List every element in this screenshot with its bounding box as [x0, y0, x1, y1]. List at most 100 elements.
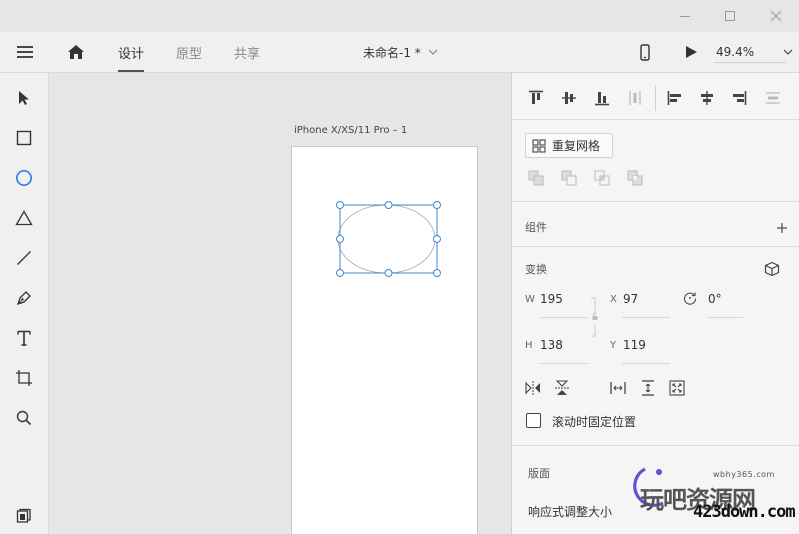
- watermark-url-small: wbhy365.com: [713, 470, 775, 479]
- text-icon: [17, 330, 31, 346]
- section-divider: [512, 246, 799, 247]
- space-horizontal-button[interactable]: [609, 379, 627, 397]
- resize-handle-n[interactable]: [384, 201, 393, 209]
- select-tool[interactable]: [0, 80, 48, 116]
- y-value[interactable]: 119: [623, 338, 646, 352]
- text-tool[interactable]: [0, 320, 48, 356]
- align-middle-button[interactable]: [559, 88, 579, 108]
- zoom-underline: [714, 62, 786, 63]
- align-bottom-button[interactable]: [592, 88, 612, 108]
- boolean-exclude-button[interactable]: [626, 169, 644, 187]
- mobile-device-icon: [640, 43, 650, 61]
- maximize-icon: [725, 11, 735, 21]
- hamburger-menu-icon: [17, 46, 33, 58]
- artboard-tool[interactable]: [0, 360, 48, 396]
- fixed-position-checkbox[interactable]: [526, 413, 541, 428]
- plus-icon: [777, 223, 787, 233]
- resize-handle-ne[interactable]: [433, 201, 441, 209]
- rectangle-tool[interactable]: [0, 120, 48, 156]
- align-top-button[interactable]: [526, 88, 546, 108]
- selection-bounds: [339, 204, 438, 274]
- boolean-add-button[interactable]: [527, 169, 545, 187]
- device-preview-button[interactable]: [636, 41, 654, 63]
- section-divider: [512, 445, 799, 446]
- tab-share-label: 共享: [234, 46, 261, 62]
- zoom-select[interactable]: 49.4%: [716, 32, 793, 72]
- line-tool[interactable]: [0, 240, 48, 276]
- triangle-icon: [15, 210, 33, 226]
- ellipse-tool[interactable]: [0, 160, 48, 196]
- add-component-button[interactable]: [773, 219, 791, 237]
- y-label: Y: [610, 340, 617, 351]
- space-vertical-button[interactable]: [639, 379, 657, 397]
- zoom-tool[interactable]: [0, 400, 48, 436]
- tab-prototype[interactable]: 原型: [176, 32, 202, 72]
- left-toolbar: [0, 73, 49, 534]
- pen-tool[interactable]: [0, 280, 48, 316]
- rotation-value[interactable]: 0°: [708, 292, 722, 306]
- resize-handle-nw[interactable]: [336, 201, 344, 209]
- ellipse-shape[interactable]: [337, 204, 436, 274]
- line-icon: [17, 251, 31, 265]
- align-left-button[interactable]: [665, 88, 685, 108]
- tab-prototype-label: 原型: [176, 46, 203, 62]
- lock-icon: [592, 312, 598, 320]
- space-horizontal-icon: [610, 382, 626, 394]
- artboard-name[interactable]: iPhone X/XS/11 Pro – 1: [294, 125, 407, 136]
- artboard-icon: [16, 370, 32, 386]
- height-label: H: [525, 340, 533, 351]
- flip-vertical-button[interactable]: [553, 379, 571, 397]
- play-preview-button[interactable]: [681, 41, 701, 63]
- libraries-icon: [16, 508, 31, 523]
- lock-aspect-button[interactable]: [590, 297, 600, 337]
- align-right-button[interactable]: [729, 88, 749, 108]
- resize-handle-w[interactable]: [336, 235, 344, 243]
- boolean-intersect-button[interactable]: [593, 169, 611, 187]
- close-icon: [770, 10, 782, 22]
- height-value[interactable]: 138: [540, 338, 563, 352]
- toolbar-divider: [655, 85, 656, 111]
- home-button[interactable]: [64, 41, 88, 63]
- layout-label: 版面: [528, 467, 550, 480]
- width-value[interactable]: 195: [540, 292, 563, 306]
- rotate-icon: [683, 292, 697, 305]
- fit-content-button[interactable]: [668, 379, 686, 397]
- tab-design[interactable]: 设计: [118, 32, 145, 72]
- x-value[interactable]: 97: [623, 292, 638, 306]
- document-title-menu[interactable]: 未命名-1 *: [363, 32, 438, 72]
- flip-horizontal-button[interactable]: [524, 379, 542, 397]
- polygon-tool[interactable]: [0, 200, 48, 236]
- boolean-subtract-button[interactable]: [560, 169, 578, 187]
- design-canvas[interactable]: iPhone X/XS/11 Pro – 1: [49, 73, 511, 534]
- distribute-horizontal-button[interactable]: [625, 88, 645, 108]
- minimize-button[interactable]: [662, 0, 708, 32]
- resize-handle-s[interactable]: [384, 269, 393, 277]
- boolean-subtract-icon: [561, 170, 577, 186]
- resize-handle-e[interactable]: [433, 235, 441, 243]
- maximize-button[interactable]: [707, 0, 753, 32]
- minimize-icon: [680, 16, 690, 17]
- rotation-control[interactable]: [682, 290, 698, 306]
- resize-handle-se[interactable]: [433, 269, 441, 277]
- align-center-button[interactable]: [697, 88, 717, 108]
- align-bottom-icon: [595, 92, 609, 106]
- width-label: W: [525, 294, 535, 305]
- flip-vertical-icon: [555, 380, 569, 395]
- align-center-icon: [701, 91, 713, 105]
- y-underline: [622, 363, 670, 364]
- 3d-transform-button[interactable]: [762, 259, 782, 279]
- menu-button[interactable]: [12, 42, 38, 62]
- space-vertical-icon: [642, 380, 654, 396]
- close-button[interactable]: [753, 0, 799, 32]
- boolean-add-icon: [528, 170, 544, 186]
- distribute-vertical-button[interactable]: [763, 88, 783, 108]
- home-icon: [68, 45, 84, 59]
- ellipse-selection[interactable]: [329, 197, 441, 281]
- zoom-value: 49.4%: [716, 45, 755, 59]
- repeat-grid-button[interactable]: 重复网格: [525, 133, 613, 158]
- tab-share[interactable]: 共享: [234, 32, 260, 72]
- resize-handle-sw[interactable]: [336, 269, 344, 277]
- fixed-position-label: 滚动时固定位置: [552, 415, 637, 429]
- fit-content-icon: [669, 380, 685, 396]
- assets-panel-button[interactable]: [0, 498, 48, 534]
